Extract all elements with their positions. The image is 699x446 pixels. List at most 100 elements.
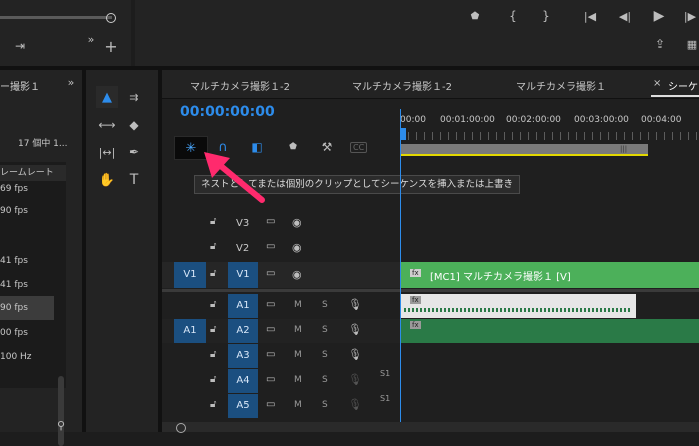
in-point-icon[interactable]: {: [506, 8, 520, 24]
overwrite-icon[interactable]: ⇥: [10, 38, 30, 54]
scrub-bar[interactable]: [0, 16, 112, 19]
microphone-icon[interactable]: 🎙︎: [348, 323, 362, 336]
scrub-end-handle[interactable]: [106, 13, 116, 23]
solo-button[interactable]: S: [322, 300, 328, 310]
tab-close-icon[interactable]: ×: [653, 78, 661, 89]
sync-camera-icon[interactable]: ▭: [266, 241, 275, 252]
sync-camera-icon[interactable]: ▭: [266, 216, 275, 227]
scrollbar[interactable]: [58, 376, 64, 446]
work-area-bar[interactable]: [400, 144, 648, 156]
horizontal-scrollbar[interactable]: [162, 422, 699, 433]
solo-button[interactable]: S: [322, 350, 328, 360]
tab-sequence-1[interactable]: マルチカメラ撮影１-2: [190, 78, 290, 93]
hand-tool-icon[interactable]: ✋: [96, 170, 118, 190]
tab-bar: マルチカメラ撮影１-2 マルチカメラ撮影１-2 マルチカメラ撮影１ × シーケ: [162, 70, 699, 99]
multicam-icon[interactable]: ▦: [683, 36, 699, 52]
time-ruler[interactable]: 00:00 00:01:00:00 00:02:00:00 00:03:00:0…: [400, 110, 699, 156]
step-forward-icon[interactable]: |▶: [682, 8, 698, 24]
lock-icon[interactable]: 🔓︎: [210, 399, 216, 410]
slip-tool-icon[interactable]: |↔|: [96, 142, 118, 162]
panel-overflow-icon[interactable]: »: [64, 75, 78, 89]
mute-button[interactable]: M: [294, 325, 302, 335]
lock-icon[interactable]: 🔓︎: [210, 268, 216, 279]
list-item[interactable]: 69 fps: [0, 184, 28, 194]
mute-button[interactable]: M: [294, 400, 302, 410]
type-tool-icon[interactable]: T: [124, 170, 144, 190]
lock-icon[interactable]: 🔓︎: [210, 216, 216, 227]
column-header[interactable]: レームレート: [0, 165, 66, 181]
track-name[interactable]: V1: [228, 262, 258, 288]
solo-button[interactable]: S: [322, 375, 328, 385]
track-name[interactable]: V3: [236, 218, 249, 229]
add-button-icon[interactable]: +: [104, 37, 118, 56]
lock-icon[interactable]: 🔓︎: [210, 241, 216, 252]
mute-button[interactable]: M: [294, 375, 302, 385]
project-panel-title[interactable]: ー撮影１: [0, 78, 40, 93]
razor-tool-icon[interactable]: ◆: [124, 115, 144, 135]
lock-icon[interactable]: 🔓︎: [210, 299, 216, 310]
lock-icon[interactable]: 🔓︎: [210, 324, 216, 335]
timecode[interactable]: 00:00:00:00: [180, 104, 275, 120]
sync-camera-icon[interactable]: ▭: [266, 268, 275, 279]
ripple-edit-tool-icon[interactable]: ⟷: [96, 115, 118, 135]
mute-button[interactable]: M: [294, 300, 302, 310]
track-select-tool-icon[interactable]: ⇉: [124, 88, 144, 106]
track-name[interactable]: A5: [228, 394, 258, 418]
audio-track-a2: A1 🔓︎ A2 ▭ M S 🎙︎ fx: [162, 319, 699, 343]
list-item[interactable]: 00 fps: [0, 328, 28, 338]
list-item[interactable]: 100 Hz: [0, 352, 32, 362]
fx-badge: fx: [410, 296, 421, 304]
microphone-icon[interactable]: 🎙︎: [348, 298, 362, 311]
sync-camera-icon[interactable]: ▭: [266, 399, 275, 410]
microphone-icon[interactable]: 🎙︎: [348, 373, 362, 386]
sync-camera-icon[interactable]: ▭: [266, 374, 275, 385]
more-controls-icon[interactable]: »: [84, 32, 98, 46]
tab-sequence-2[interactable]: マルチカメラ撮影１-2: [352, 78, 452, 93]
pen-tool-icon[interactable]: ✒: [124, 142, 144, 162]
microphone-icon[interactable]: 🎙︎: [348, 398, 362, 411]
video-audio-divider[interactable]: [162, 289, 699, 292]
marker-icon[interactable]: ⬟: [468, 8, 482, 24]
add-marker-icon[interactable]: ⬟: [284, 138, 302, 156]
eye-icon[interactable]: ◉: [292, 268, 302, 281]
eye-icon[interactable]: ◉: [292, 216, 302, 229]
track-name[interactable]: A4: [228, 369, 258, 393]
track-name[interactable]: V2: [236, 243, 249, 254]
sync-camera-icon[interactable]: ▭: [266, 299, 275, 310]
go-to-in-icon[interactable]: |◀: [581, 8, 599, 24]
sync-camera-icon[interactable]: ▭: [266, 349, 275, 360]
captions-button[interactable]: CC: [350, 142, 368, 153]
play-icon[interactable]: ▶: [651, 8, 667, 24]
solo-button[interactable]: S: [322, 325, 328, 335]
list-item[interactable]: 41 fps: [0, 280, 28, 290]
video-track-v3: 🔓︎ V3 ▭ ◉: [162, 212, 699, 236]
selection-tool-icon[interactable]: ▲: [96, 86, 118, 108]
source-monitor-controls: ⇥ » +: [0, 0, 131, 66]
video-clip[interactable]: fx [MC1] マルチカメラ撮影１ [V]: [400, 262, 699, 288]
audio-clip[interactable]: fx: [400, 319, 699, 343]
track-name[interactable]: A3: [228, 344, 258, 368]
track-name[interactable]: A1: [228, 294, 258, 318]
settings-wrench-icon[interactable]: ⚒: [318, 138, 336, 156]
source-patch-a1[interactable]: A1: [174, 319, 206, 343]
step-back-icon[interactable]: ◀|: [617, 8, 633, 24]
mute-button[interactable]: M: [294, 350, 302, 360]
audio-clip[interactable]: fx: [400, 294, 636, 318]
list-item[interactable]: 41 fps: [0, 256, 28, 266]
out-point-icon[interactable]: }: [539, 8, 553, 24]
source-patch-v1[interactable]: V1: [174, 262, 206, 288]
lock-icon[interactable]: 🔓︎: [210, 349, 216, 360]
list-item[interactable]: 90 fps: [0, 206, 28, 216]
lock-icon[interactable]: 🔓︎: [210, 374, 216, 385]
microphone-icon[interactable]: 🎙︎: [348, 348, 362, 361]
eye-icon[interactable]: ◉: [292, 241, 302, 254]
export-frame-icon[interactable]: ⇪: [651, 36, 669, 52]
tab-sequence-3[interactable]: マルチカメラ撮影１: [516, 78, 606, 93]
solo-button[interactable]: S: [322, 400, 328, 410]
list-item-selected[interactable]: 90 fps: [0, 296, 54, 320]
tab-sequence-active[interactable]: シーケ: [668, 78, 698, 93]
waveform: [404, 308, 632, 312]
track-name[interactable]: A2: [228, 319, 258, 343]
sync-camera-icon[interactable]: ▭: [266, 324, 275, 335]
zoom-icon[interactable]: ⚲: [54, 418, 68, 432]
